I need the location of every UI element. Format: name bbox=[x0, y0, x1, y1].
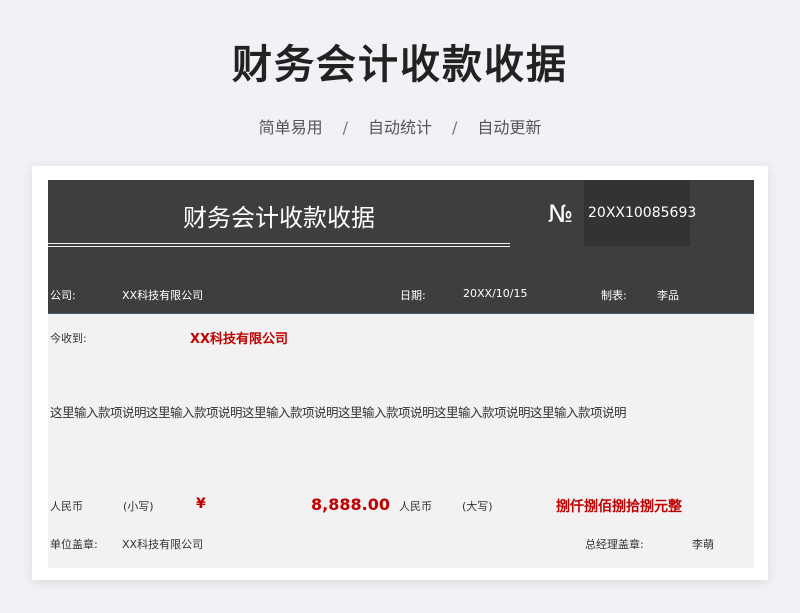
page-title: 财务会计收款收据 bbox=[232, 42, 568, 88]
feature-tag: 简单易用 bbox=[258, 118, 323, 137]
amount-value[interactable]: 8,888.00 bbox=[288, 495, 390, 514]
receipt-header: 财务会计收款收据 № 20XX10085693 公司: XX科技有限公司 日期:… bbox=[48, 180, 754, 314]
feature-tag: 自动更新 bbox=[477, 118, 542, 137]
receipt-card: 财务会计收款收据 № 20XX10085693 公司: XX科技有限公司 日期:… bbox=[32, 166, 768, 580]
company-label: 公司: bbox=[50, 289, 76, 302]
receipt-number-box[interactable]: 20XX10085693 bbox=[584, 180, 696, 246]
date-label: 日期: bbox=[400, 289, 426, 302]
title-double-rule bbox=[48, 243, 510, 247]
receipt-sheet: 财务会计收款收据 № 20XX10085693 公司: XX科技有限公司 日期:… bbox=[48, 180, 754, 568]
rmb-label: 人民币 bbox=[50, 500, 83, 513]
maker-value[interactable]: 李品 bbox=[657, 287, 679, 303]
seal-label: 单位盖章: bbox=[50, 538, 98, 551]
feature-tag: 自动统计 bbox=[367, 118, 432, 137]
seal-value[interactable]: XX科技有限公司 bbox=[122, 536, 203, 552]
maker-label: 制表: bbox=[601, 289, 627, 302]
receipt-number: 20XX10085693 bbox=[588, 205, 697, 221]
tag-separator: / bbox=[342, 118, 348, 137]
date-value[interactable]: 20XX/10/15 bbox=[463, 287, 527, 300]
number-sign: № bbox=[548, 200, 573, 228]
payment-description[interactable]: 这里输入款项说明这里输入款项说明这里输入款项说明这里输入款项说明这里输入款项说明… bbox=[50, 402, 627, 421]
feature-tags: 简单易用 / 自动统计 / 自动更新 bbox=[0, 114, 800, 138]
amount-uppercase[interactable]: 捌仟捌佰捌拾捌元整 bbox=[556, 496, 682, 516]
rmb-label-2: 人民币 bbox=[399, 500, 432, 513]
tag-separator: / bbox=[452, 118, 458, 137]
receipt-title: 财务会计收款收据 bbox=[183, 204, 375, 232]
company-value[interactable]: XX科技有限公司 bbox=[122, 287, 203, 303]
gm-name[interactable]: 李萌 bbox=[692, 536, 714, 552]
uppercase-label: (大写) bbox=[462, 500, 493, 513]
received-from[interactable]: XX科技有限公司 bbox=[190, 328, 288, 347]
lowercase-label: (小写) bbox=[123, 500, 154, 513]
header-divider bbox=[48, 313, 754, 314]
received-label: 今收到: bbox=[50, 332, 87, 345]
yen-symbol: ¥ bbox=[196, 496, 206, 512]
gm-seal-label: 总经理盖章: bbox=[585, 538, 644, 551]
